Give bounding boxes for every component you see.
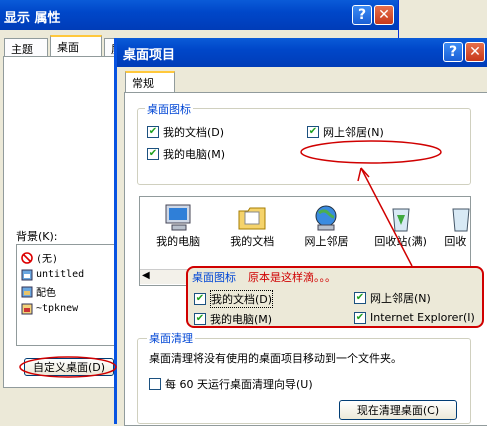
checkbox-checked-icon: ✔ (147, 148, 159, 160)
tab-desktop[interactable]: 桌面 (50, 35, 102, 56)
checkbox-checked-icon: ✔ (194, 313, 206, 325)
customize-desktop-button[interactable]: 自定义桌面(D) (24, 358, 114, 376)
checkbox-checked-icon: ✔ (307, 126, 319, 138)
annotation-mydocs-checkbox[interactable]: ✔ 我的文档(D) (194, 290, 274, 308)
preview-label: 我的电脑 (156, 235, 201, 248)
mycomputer-checkbox[interactable]: ✔ 我的电脑(M) (147, 146, 225, 162)
list-item[interactable]: untitled (21, 266, 115, 283)
checkbox-label: 网上邻居(N) (323, 126, 384, 139)
tab-general[interactable]: 常规 (125, 71, 175, 93)
help-button[interactable]: ? (443, 42, 463, 62)
checkbox-label: 我的文档(D) (163, 126, 225, 139)
desktop-items-titlebar: 桌面项目 ? ✕ (117, 38, 487, 67)
recycle-bin-icon (392, 208, 410, 232)
image-file-icon (21, 303, 33, 314)
desktop-cleanup-group-title: 桌面清理 (147, 330, 195, 346)
background-list[interactable]: (无) untitled 配色 ~tpknew (16, 244, 116, 346)
list-item-label: untitled (36, 269, 85, 280)
recycle-bin-icon (452, 208, 470, 232)
none-icon (21, 251, 33, 264)
folder-icon (238, 207, 266, 230)
checkbox-unchecked-icon (149, 378, 161, 390)
annotation-network-checkbox[interactable]: ✔ 网上邻居(N) (354, 290, 431, 306)
checkbox-checked-icon: ✔ (147, 126, 159, 138)
annotation-mycomputer-checkbox[interactable]: ✔ 我的电脑(M) (194, 311, 272, 327)
checkbox-checked-icon: ✔ (194, 293, 206, 305)
clean-desktop-now-button[interactable]: 现在清理桌面(C) (339, 400, 457, 420)
scroll-left-icon[interactable]: ◀ (142, 270, 150, 281)
display-properties-titlebar: 显示 属性 ? ✕ (0, 0, 398, 30)
desktop-icons-group-title: 桌面图标 (145, 101, 193, 117)
help-icon: ? (448, 44, 458, 60)
preview-mycomputer[interactable]: 我的电脑 (144, 203, 212, 249)
computer-icon (165, 204, 191, 231)
desktop-items-title: 桌面项目 (123, 48, 176, 63)
help-icon: ? (357, 7, 367, 23)
list-item-label: 配色 (36, 288, 56, 299)
checkbox-label: Internet Explorer(I) (370, 311, 475, 324)
preview-recyclebin[interactable]: 回收站(满) (367, 203, 435, 249)
list-item[interactable]: 配色 (21, 283, 115, 300)
preview-label: 我的文档 (230, 235, 275, 248)
close-icon: ✕ (378, 7, 390, 23)
desktop-items-dialog: 桌面项目 ? ✕ 常规 桌面图标 ✔ 我的文档(D) ✔ 网上邻居(N) ✔ 我… (114, 38, 487, 426)
image-file-icon (21, 269, 33, 280)
globe-icon (315, 205, 337, 231)
annotation-ie-checkbox[interactable]: ✔ Internet Explorer(I) (354, 311, 475, 324)
preview-mydocs[interactable]: 我的文档 (218, 203, 286, 249)
close-icon: ✕ (469, 44, 481, 60)
preview-recycle-partial[interactable]: 回收 (441, 203, 470, 249)
checkbox-label: 我的电脑(M) (210, 313, 273, 326)
cleanup-wizard-checkbox[interactable]: 每 60 天运行桌面清理向导(U) (149, 376, 313, 392)
background-label: 背景(K): (16, 230, 58, 243)
list-item-label: ~tpknew (36, 303, 79, 314)
mydocs-checkbox[interactable]: ✔ 我的文档(D) (147, 124, 224, 140)
preview-label: 回收站(满) (374, 235, 427, 248)
close-button[interactable]: ✕ (374, 5, 394, 25)
network-checkbox[interactable]: ✔ 网上邻居(N) (307, 124, 384, 140)
checkbox-label: 网上邻居(N) (370, 292, 431, 305)
checkbox-checked-icon: ✔ (354, 292, 366, 304)
checkbox-label: 我的文档(D) (210, 290, 274, 308)
annotation-box: 桌面图标 原本是这样滴。。。 ✔ 我的文档(D) ✔ 网上邻居(N) ✔ 我的电… (186, 266, 484, 328)
checkbox-label: 我的电脑(M) (163, 148, 226, 161)
close-button[interactable]: ✕ (465, 42, 485, 62)
checkbox-label: 每 60 天运行桌面清理向导(U) (165, 378, 313, 391)
tab-theme[interactable]: 主题 (4, 38, 48, 56)
checkbox-checked-icon: ✔ (354, 311, 366, 324)
annotation-group-title: 桌面图标 (192, 271, 236, 284)
image-file-icon (21, 286, 33, 297)
annotation-note: 原本是这样滴。。。 (248, 271, 336, 284)
display-properties-title: 显示 属性 (4, 11, 61, 26)
list-item-label: (无) (36, 254, 59, 265)
list-item[interactable]: (无) (21, 249, 115, 266)
help-button[interactable]: ? (352, 5, 372, 25)
preview-network[interactable]: 网上邻居 (292, 203, 360, 249)
cleanup-description: 桌面清理将没有使用的桌面项目移动到一个文件夹。 (149, 352, 402, 365)
list-item[interactable]: ~tpknew (21, 300, 115, 317)
preview-label: 网上邻居 (304, 235, 349, 248)
preview-label: 回收 (444, 235, 467, 248)
